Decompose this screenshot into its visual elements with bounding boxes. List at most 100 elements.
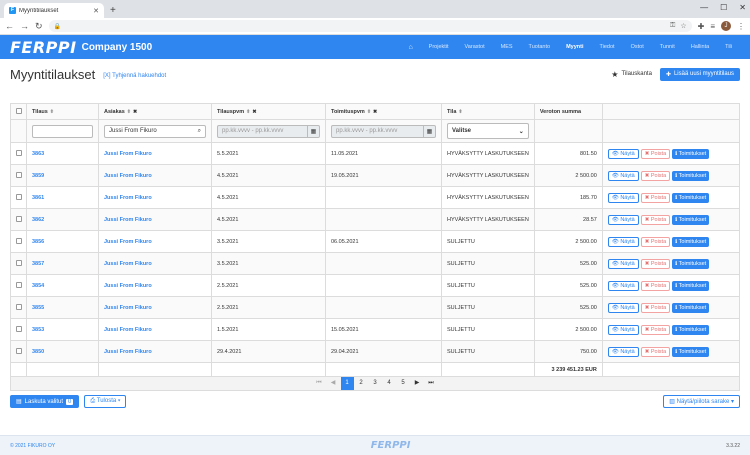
page-4[interactable]: 4 (383, 377, 396, 390)
nav-hallinta[interactable]: Hallinta (683, 44, 717, 50)
deliveries-button[interactable]: ℹ Toimitukset (672, 324, 710, 335)
order-id-link[interactable]: 3861 (32, 195, 44, 201)
order-id-link[interactable]: 3863 (32, 151, 44, 157)
customer-link[interactable]: Jussi From Fikuro (104, 173, 152, 179)
page-3[interactable]: 3 (369, 377, 382, 390)
nav-ostot[interactable]: Ostot (623, 44, 652, 50)
window-close-icon[interactable]: ✕ (739, 3, 746, 12)
sort-icon[interactable]: ⬍ (127, 109, 131, 115)
browser-tab[interactable]: F Myyntitilaukset ✕ (4, 3, 104, 18)
row-checkbox[interactable] (15, 237, 22, 244)
view-button[interactable]: 👁 Näytä (607, 302, 639, 313)
clear-filter-icon[interactable]: ✖ (252, 109, 256, 115)
col-header-summa[interactable]: Veroton summa (533, 103, 603, 120)
delete-button[interactable]: ✖ Poista (640, 324, 671, 335)
maximize-icon[interactable]: ☐ (720, 3, 727, 12)
nav-varastot[interactable]: Varastot (457, 44, 493, 50)
key-icon[interactable]: ⚿ (670, 22, 675, 30)
order-id-link[interactable]: 3853 (32, 327, 44, 333)
delete-button[interactable]: ✖ Poista (640, 302, 671, 313)
col-header-tilauspvm[interactable]: Tilauspvm ⬍ ✖ (211, 103, 326, 120)
next-page-icon[interactable]: ▶ (411, 377, 424, 390)
col-header-toimituspvm[interactable]: Toimituspvm ⬍ ✖ (325, 103, 442, 120)
view-button[interactable]: 👁 Näytä (607, 280, 639, 291)
clear-filters-link[interactable]: [X] Tyhjennä hakuehdot (103, 73, 166, 79)
row-checkbox[interactable] (15, 215, 22, 222)
view-button[interactable]: 👁 Näytä (607, 148, 639, 159)
customer-link[interactable]: Jussi From Fikuro (104, 217, 152, 223)
customer-link[interactable]: Jussi From Fikuro (104, 283, 152, 289)
row-checkbox[interactable] (15, 193, 22, 200)
view-button[interactable]: 👁 Näytä (607, 324, 639, 335)
delete-button[interactable]: ✖ Poista (640, 346, 671, 357)
back-icon[interactable]: ← (5, 21, 14, 31)
order-id-link[interactable]: 3862 (32, 217, 44, 223)
row-checkbox[interactable] (15, 149, 22, 156)
print-button[interactable]: ⎙ Tulosta ▾ (84, 395, 127, 408)
calendar-icon[interactable]: ▦ (424, 124, 436, 138)
delete-button[interactable]: ✖ Poista (640, 280, 671, 291)
deliveries-button[interactable]: ℹ Toimitukset (672, 236, 710, 247)
nav-tiedot[interactable]: Tiedot (591, 44, 622, 50)
clear-filter-icon[interactable]: ✖ (133, 109, 137, 115)
status-select[interactable]: Valitse ⌄ (447, 123, 529, 139)
sort-icon[interactable]: ⬍ (246, 109, 250, 115)
delete-button[interactable]: ✖ Poista (640, 148, 671, 159)
toggle-columns-button[interactable]: ▥ Näytä/piilota sarake ▾ (663, 395, 740, 408)
search-icon[interactable]: ⌕ (198, 128, 201, 135)
customer-link[interactable]: Jussi From Fikuro (104, 261, 152, 267)
deliveries-button[interactable]: ℹ Toimitukset (672, 192, 710, 203)
nav-tili[interactable]: Tili (717, 44, 740, 50)
forward-icon[interactable]: → (20, 21, 29, 31)
bookmark-star-icon[interactable]: ☆ (680, 22, 686, 30)
row-checkbox[interactable] (15, 281, 22, 288)
customer-link[interactable]: Jussi From Fikuro (104, 349, 152, 355)
deliveries-button[interactable]: ℹ Toimitukset (672, 346, 710, 357)
order-id-filter[interactable] (32, 124, 93, 138)
view-button[interactable]: 👁 Näytä (607, 236, 639, 247)
order-id-link[interactable]: 3857 (32, 261, 44, 267)
invoice-selected-button[interactable]: ▤ Laskuta valitut 0 (10, 395, 80, 408)
sort-icon[interactable]: ⬍ (50, 109, 54, 115)
delete-button[interactable]: ✖ Poista (640, 170, 671, 181)
home-icon[interactable]: ⌂ (400, 44, 420, 51)
app-logo[interactable]: FERPPI (10, 38, 77, 57)
row-checkbox[interactable] (15, 303, 22, 310)
deliveries-button[interactable]: ℹ Toimitukset (672, 280, 710, 291)
delete-button[interactable]: ✖ Poista (640, 236, 671, 247)
profile-avatar[interactable]: J (721, 21, 731, 31)
deliveries-button[interactable]: ℹ Toimitukset (672, 170, 710, 181)
row-checkbox[interactable] (15, 325, 22, 332)
deliveries-button[interactable]: ℹ Toimitukset (672, 258, 710, 269)
sort-icon[interactable]: ⬍ (458, 109, 462, 115)
order-id-link[interactable]: 3854 (32, 283, 44, 289)
deliveries-button[interactable]: ℹ Toimitukset (672, 214, 710, 225)
order-id-link[interactable]: 3855 (32, 305, 44, 311)
minimize-icon[interactable]: — (700, 3, 708, 12)
nav-projektit[interactable]: Projektit (421, 44, 457, 50)
col-header-asiakas[interactable]: Asiakas ⬍ ✖ (98, 103, 212, 120)
sort-icon[interactable]: ⬍ (367, 109, 371, 115)
view-button[interactable]: 👁 Näytä (607, 346, 639, 357)
delete-button[interactable]: ✖ Poista (640, 214, 671, 225)
row-checkbox[interactable] (15, 347, 22, 354)
favorite-link[interactable]: ★ Tilauskanta (611, 70, 652, 79)
order-id-link[interactable]: 3856 (32, 239, 44, 245)
order-date-filter[interactable]: pp.kk.vvvv - pp.kk.vvvv (217, 124, 308, 138)
nav-mes[interactable]: MES (493, 44, 521, 50)
page-2[interactable]: 2 (355, 377, 368, 390)
customer-link[interactable]: Jussi From Fikuro (104, 327, 152, 333)
order-id-link[interactable]: 3859 (32, 173, 44, 179)
customer-link[interactable]: Jussi From Fikuro (104, 151, 152, 157)
close-icon[interactable]: ✕ (93, 7, 99, 15)
prev-page-icon[interactable]: ◀ (327, 377, 340, 390)
view-button[interactable]: 👁 Näytä (607, 170, 639, 181)
nav-tuotanto[interactable]: Tuotanto (521, 44, 559, 50)
address-bar[interactable]: 🔒 ⚿ ☆ (48, 20, 692, 32)
view-button[interactable]: 👁 Näytä (607, 192, 639, 203)
order-id-link[interactable]: 3850 (32, 349, 44, 355)
new-tab-button[interactable]: + (110, 3, 116, 18)
customer-link[interactable]: Jussi From Fikuro (104, 305, 152, 311)
row-checkbox[interactable] (15, 171, 22, 178)
col-header-tila[interactable]: Tila ⬍ (441, 103, 535, 120)
